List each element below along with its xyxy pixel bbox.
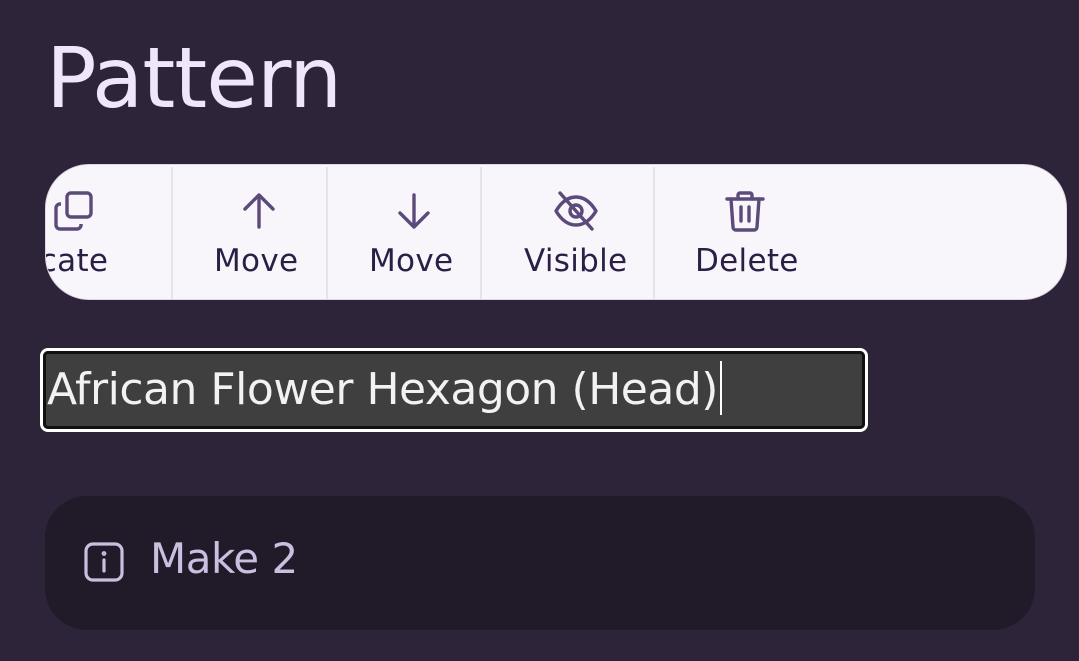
move-down-button[interactable]: Move bbox=[328, 165, 480, 299]
visible-label: Visible bbox=[524, 243, 628, 279]
eye-off-icon bbox=[552, 187, 600, 235]
info-icon bbox=[83, 541, 125, 583]
move-up-label: Move bbox=[214, 243, 299, 279]
trash-icon bbox=[721, 187, 769, 235]
text-caret bbox=[719, 361, 722, 415]
instruction-note[interactable]: Make 2 bbox=[45, 496, 1035, 630]
duplicate-button[interactable]: plicate bbox=[45, 165, 172, 299]
duplicate-label: plicate bbox=[45, 243, 109, 279]
page-title: Pattern bbox=[46, 29, 342, 127]
visibility-toggle-button[interactable]: Visible bbox=[482, 165, 652, 299]
move-down-label: Move bbox=[369, 243, 454, 279]
arrow-down-icon bbox=[390, 187, 438, 235]
duplicate-icon bbox=[50, 187, 98, 235]
delete-button[interactable]: Delete bbox=[655, 165, 839, 299]
section-name-input[interactable]: African Flower Hexagon (Head) bbox=[40, 348, 868, 432]
move-up-button[interactable]: Move bbox=[173, 165, 325, 299]
arrow-up-icon bbox=[235, 187, 283, 235]
item-action-toolbar: plicate Move Move bbox=[45, 164, 1067, 300]
delete-label: Delete bbox=[695, 243, 799, 279]
section-name-value: African Flower Hexagon (Head) bbox=[47, 364, 718, 415]
note-text: Make 2 bbox=[150, 534, 298, 583]
